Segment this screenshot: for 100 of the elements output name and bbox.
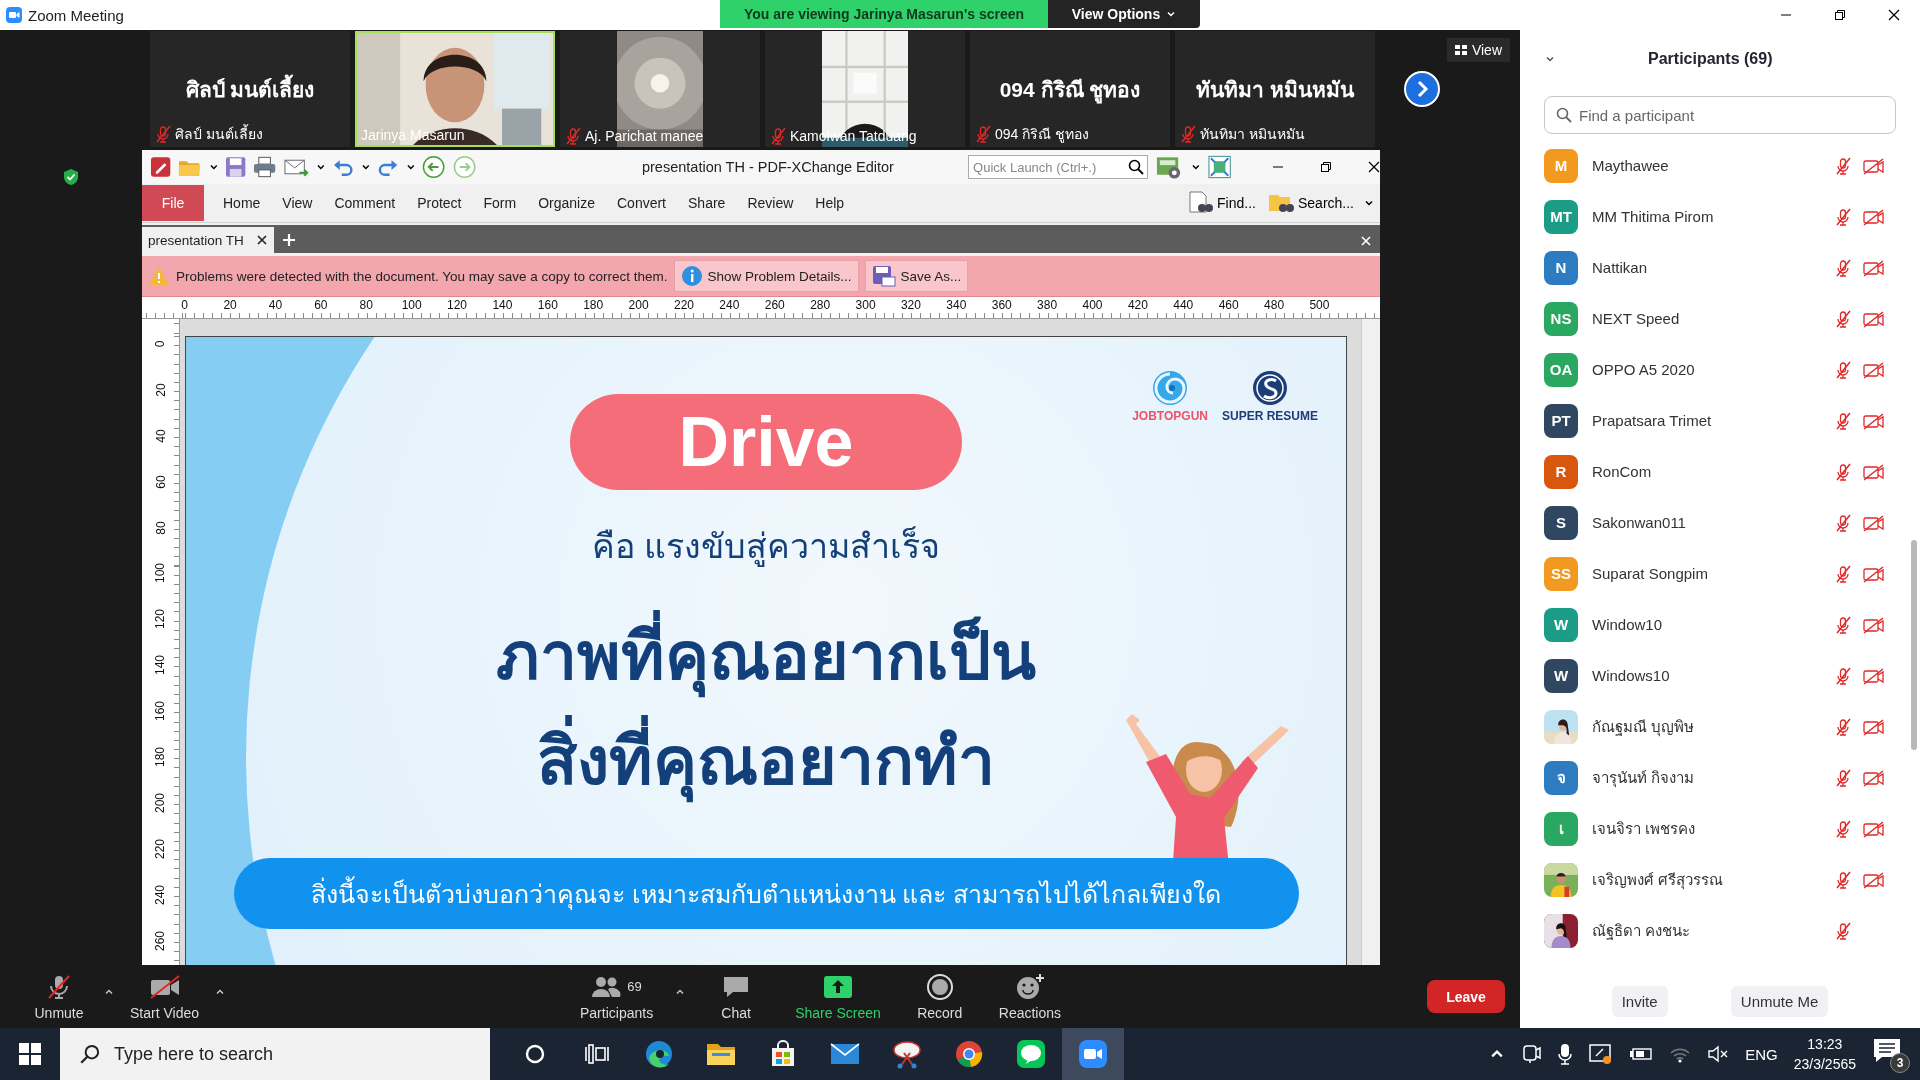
unmute-button[interactable]: Unmute — [22, 972, 96, 1021]
quick-launch-field[interactable]: Quick Launch (Ctrl+.) — [968, 155, 1149, 179]
info-icon — [680, 265, 703, 287]
menu-tab[interactable]: Home — [212, 185, 272, 221]
participant-label: ศิลป์ มนต์เลี้ยง — [175, 123, 263, 144]
chat-button[interactable]: Chat — [699, 972, 774, 1021]
caret-icon[interactable] — [405, 162, 416, 172]
view-options-button[interactable]: View Options — [1048, 0, 1200, 28]
avatar: MT — [1544, 199, 1578, 234]
windows-logo-icon[interactable] — [19, 1043, 41, 1065]
warning-message: Problems were detected with the document. You may save a copy to correct them. — [176, 268, 668, 284]
video-camera-icon — [1078, 1039, 1108, 1069]
menu-tab[interactable]: Organize — [527, 185, 606, 221]
clock-time[interactable]: 13:23 — [1807, 1034, 1843, 1054]
menu-tab[interactable]: Help — [804, 185, 856, 221]
menu-tab[interactable]: File — [142, 185, 204, 221]
ruler-label: 120 — [153, 609, 168, 630]
close-icon[interactable] — [1888, 9, 1900, 21]
shield-icon — [63, 168, 79, 186]
document-tab[interactable]: presentation TH — [142, 227, 274, 253]
ruler-label: 260 — [153, 930, 168, 951]
screen-share-banner: You are viewing Jarinya Masarun's screen — [720, 0, 1048, 28]
ruler-label: 20 — [153, 383, 168, 397]
video-button[interactable]: Start Video — [122, 972, 207, 1021]
menu-tab[interactable]: Comment — [323, 185, 407, 221]
ruler-label: 140 — [153, 655, 168, 676]
close-icon[interactable] — [255, 234, 268, 246]
speaker-muted-icon[interactable] — [1707, 1045, 1730, 1063]
language-indicator[interactable]: ENG — [1745, 1045, 1778, 1063]
invite-button[interactable]: Invite — [1611, 986, 1668, 1017]
participant-name: เจริญพงศ์ ศรีสุวรรณ — [1592, 869, 1724, 892]
participant-name: จารุนันท์ กิจงาม — [1592, 767, 1695, 790]
avatar: R — [1544, 454, 1578, 489]
notification-icon[interactable] — [1872, 1037, 1902, 1065]
caret-icon[interactable] — [315, 162, 326, 172]
participant-search-field[interactable]: Find a participant — [1544, 96, 1896, 134]
chevron-down-icon[interactable] — [1364, 198, 1374, 208]
window-title: presentation TH - PDF-XChange Editor — [640, 159, 895, 175]
menu-tab[interactable]: Share — [677, 185, 737, 221]
ruler-label: 100 — [153, 563, 168, 584]
clock-date[interactable]: 23/3/2565 — [1793, 1054, 1856, 1074]
printer-icon[interactable] — [253, 156, 277, 178]
find-button[interactable]: Find... — [1183, 191, 1260, 215]
participant-name: OPPO A5 2020 — [1592, 361, 1695, 378]
avatar: S — [1544, 505, 1578, 540]
caret-icon[interactable] — [208, 162, 219, 172]
search-button[interactable]: Search... — [1263, 191, 1358, 215]
restore-icon[interactable] — [1320, 161, 1332, 173]
record-button[interactable]: Record — [902, 972, 977, 1021]
save-as-button[interactable]: Save As... — [864, 260, 969, 292]
ruler-label: 400 — [1081, 297, 1104, 314]
back-icon[interactable] — [422, 155, 446, 179]
pen-display-icon[interactable] — [1589, 1043, 1614, 1065]
menu-tab[interactable]: Form — [472, 185, 528, 221]
microphone-icon[interactable] — [1557, 1043, 1574, 1065]
participants-button[interactable]: 69 Participants — [572, 972, 662, 1021]
caret-icon[interactable] — [360, 162, 371, 172]
participant-name: Windows10 — [1592, 667, 1670, 684]
slide-headline: สิ่งที่คุณอยากทำ — [537, 709, 995, 814]
menu-tab[interactable]: Review — [736, 185, 805, 221]
unmute-me-button[interactable]: Unmute Me — [1730, 986, 1829, 1017]
participant-count: 69 — [627, 979, 642, 994]
ruler-label: 460 — [1217, 297, 1240, 314]
fullscreen-icon[interactable] — [1207, 155, 1231, 179]
ruler-label: 260 — [763, 297, 786, 314]
menu-tab[interactable]: Protect — [406, 185, 473, 221]
add-tab-icon[interactable] — [281, 233, 296, 247]
avatar: PT — [1544, 403, 1578, 438]
battery-icon[interactable] — [1629, 1047, 1654, 1061]
ruler-label: 480 — [1263, 297, 1286, 314]
save-icon[interactable] — [225, 156, 247, 178]
ruler-label: 120 — [446, 297, 469, 314]
taskbar-search-field[interactable]: Type here to search — [60, 1028, 490, 1080]
ruler-label: 320 — [899, 297, 922, 314]
search-icon[interactable] — [1128, 159, 1145, 175]
participant-name: เจนจิรา เพชรคง — [1592, 818, 1696, 839]
participant-name: ทันทิมา หมินหมัน — [1196, 76, 1354, 103]
ruler-label: 360 — [990, 297, 1013, 314]
share-button[interactable]: Share Screen — [787, 972, 889, 1021]
leave-button[interactable]: Leave — [1427, 980, 1505, 1013]
participant-name: ศิลป์ มนต์เลี้ยง — [185, 72, 315, 106]
taskbar-button[interactable] — [1062, 1028, 1124, 1080]
camera-icon[interactable] — [1521, 1044, 1542, 1064]
view-button[interactable]: View — [1446, 38, 1510, 62]
ruler-label: 500 — [1308, 297, 1331, 314]
show-details-button[interactable]: Show Problem Details... — [673, 260, 859, 292]
logo-text: JOBTOPGUN — [1132, 409, 1208, 423]
menu-tab[interactable]: View — [271, 185, 324, 221]
ruler-label: 60 — [153, 474, 168, 489]
reactions-button[interactable]: Reactions — [990, 972, 1070, 1021]
close-icon[interactable] — [1368, 161, 1380, 173]
caret-icon[interactable] — [1191, 162, 1201, 172]
restore-icon[interactable] — [1834, 9, 1846, 21]
next-page-icon[interactable] — [1404, 71, 1440, 107]
ruler-label: 40 — [267, 297, 284, 314]
avatar: M — [1544, 148, 1578, 183]
slide-footer: สิ่งนี้จะเป็นตัวบ่งบอกว่าคุณจะ เหมาะสมกับตำแหน่งงาน และ สามารถไปได้ไกลเพียงใด — [233, 858, 1299, 929]
menu-tab[interactable]: Convert — [606, 185, 677, 221]
scissors-icon — [892, 1039, 922, 1069]
ruler-label: 300 — [854, 297, 877, 314]
